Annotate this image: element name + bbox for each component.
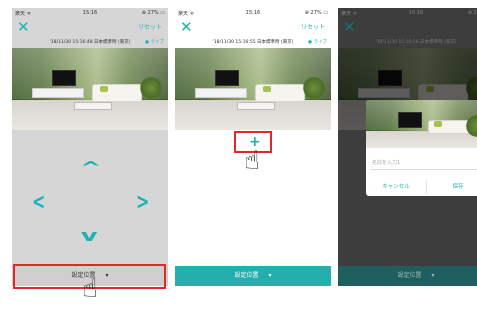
timestamp-text: '18/11/30 15:16:48 日本標準時 (東京) — [49, 40, 131, 45]
close-icon[interactable]: ✕ — [180, 18, 193, 36]
preset-thumbnail — [366, 100, 477, 148]
reset-button[interactable]: リセット — [138, 22, 162, 31]
battery-label: ⊕ 27% ▭ — [141, 10, 165, 16]
status-bar: 楽天 ᯤ 15:16 ⊕ 27% ▭ — [12, 8, 168, 18]
clock-label: 15:16 — [408, 10, 424, 16]
status-bar: 楽天 ᯤ 15:16 ⊕ 27% ▭ — [175, 8, 331, 18]
preset-name-dialog: 名前を入力1 キャンセル 保存 — [366, 100, 477, 196]
camera-timestamp: '18/11/30 15:16:55 日本標準時 (東京) ● ライブ — [175, 38, 331, 48]
live-indicator: ● ライブ — [308, 40, 327, 45]
screen-pan-tilt: 楽天 ᯤ 15:16 ⊕ 27% ▭ ✕ リセット '18/11/30 15:1… — [12, 8, 168, 286]
close-icon[interactable]: ✕ — [343, 18, 356, 36]
pan-up-arrow-icon[interactable]: ^ — [80, 160, 101, 176]
pan-down-arrow-icon[interactable]: v — [81, 228, 98, 244]
preset-label: 設定位置 — [397, 272, 422, 279]
screen-name-dialog: 楽天 ᯤ 15:16 ⊕ 27% ▭ ✕ '18/11/30 15:16:58 … — [338, 8, 477, 286]
pointing-hand-icon: ☝ — [82, 274, 98, 304]
preset-label: 設定位置 — [234, 272, 259, 279]
camera-timestamp: '18/11/30 15:16:48 日本標準時 (東京) ● ライブ — [12, 38, 168, 48]
battery-label: ⊕ 27% ▭ — [467, 10, 477, 16]
preset-name-input[interactable]: 名前を入力1 — [370, 156, 477, 170]
status-bar: 楽天 ᯤ 15:16 ⊕ 27% ▭ — [338, 8, 477, 18]
save-button[interactable]: 保存 — [428, 180, 477, 194]
cancel-button[interactable]: キャンセル — [366, 180, 427, 194]
preset-position-button[interactable]: 設定位置 ▾ — [175, 266, 331, 286]
close-icon[interactable]: ✕ — [17, 18, 30, 36]
caret-down-icon: ▾ — [431, 272, 435, 279]
reset-button[interactable]: リセット — [301, 22, 325, 31]
preset-position-button: 設定位置 ▾ — [338, 266, 477, 286]
timestamp-text: '18/11/30 15:16:58 日本標準時 (東京) — [375, 40, 457, 45]
pan-left-arrow-icon[interactable]: < — [32, 190, 45, 213]
top-bar: ✕ — [338, 18, 477, 38]
battery-label: ⊕ 27% ▭ — [304, 10, 328, 16]
live-indicator: ● ライブ — [145, 40, 164, 45]
caret-down-icon: ▾ — [268, 272, 272, 279]
camera-view[interactable] — [175, 48, 331, 130]
camera-timestamp: '18/11/30 15:16:58 日本標準時 (東京) — [338, 38, 477, 48]
top-bar: ✕ リセット — [12, 18, 168, 38]
timestamp-text: '18/11/30 15:16:55 日本標準時 (東京) — [212, 40, 294, 45]
pointing-hand-icon: ☝ — [244, 146, 260, 176]
camera-view[interactable] — [12, 48, 168, 130]
top-bar: ✕ リセット — [175, 18, 331, 38]
pan-right-arrow-icon[interactable]: > — [136, 190, 149, 213]
